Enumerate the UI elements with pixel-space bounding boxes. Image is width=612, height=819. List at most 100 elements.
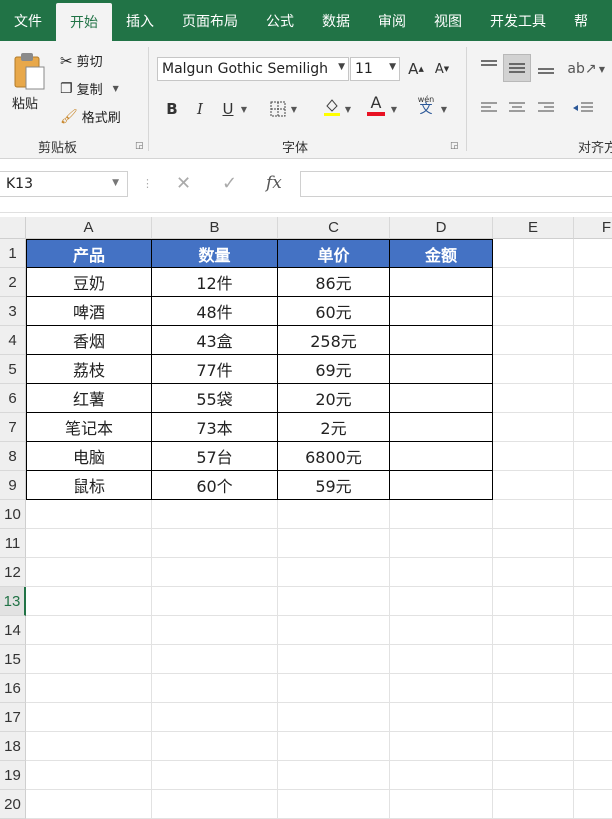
underline-button[interactable]: U xyxy=(216,97,240,121)
cell[interactable] xyxy=(278,645,390,674)
table-cell[interactable]: 荔枝 xyxy=(26,355,152,384)
cell[interactable] xyxy=(278,529,390,558)
underline-dropdown[interactable]: ▼ xyxy=(238,97,250,121)
cell[interactable] xyxy=(574,239,612,268)
cell[interactable] xyxy=(390,587,493,616)
row-header[interactable]: 20 xyxy=(0,790,26,819)
cell[interactable] xyxy=(493,616,574,645)
cell[interactable] xyxy=(26,500,152,529)
table-cell[interactable]: 57台 xyxy=(152,442,278,471)
table-cell[interactable]: 豆奶 xyxy=(26,268,152,297)
cell[interactable] xyxy=(574,703,612,732)
select-all-corner[interactable] xyxy=(0,217,26,239)
borders-dropdown[interactable]: ▼ xyxy=(288,97,300,121)
row-header[interactable]: 10 xyxy=(0,500,26,529)
cell[interactable] xyxy=(574,761,612,790)
cell[interactable] xyxy=(493,326,574,355)
table-cell[interactable]: 258元 xyxy=(278,326,390,355)
cell[interactable] xyxy=(493,297,574,326)
table-cell[interactable]: 啤酒 xyxy=(26,297,152,326)
cell[interactable] xyxy=(574,442,612,471)
align-left-icon[interactable] xyxy=(480,101,498,115)
cell[interactable] xyxy=(278,587,390,616)
table-header-cell[interactable]: 产品 xyxy=(26,239,152,268)
cell[interactable] xyxy=(152,529,278,558)
row-header[interactable]: 12 xyxy=(0,558,26,587)
row-header[interactable]: 17 xyxy=(0,703,26,732)
ribbon-tab[interactable]: 开始 xyxy=(56,3,112,41)
ribbon-tab[interactable]: 开发工具 xyxy=(476,0,560,41)
cell[interactable] xyxy=(493,645,574,674)
cell[interactable] xyxy=(152,616,278,645)
table-cell[interactable]: 69元 xyxy=(278,355,390,384)
row-header[interactable]: 1 xyxy=(0,239,26,268)
fill-color-dropdown[interactable]: ▼ xyxy=(342,97,354,121)
table-cell[interactable]: 12件 xyxy=(152,268,278,297)
name-box[interactable]: K13 ▼ xyxy=(0,171,128,197)
cell[interactable] xyxy=(493,674,574,703)
cell[interactable] xyxy=(493,268,574,297)
cell[interactable] xyxy=(574,326,612,355)
cell[interactable] xyxy=(390,790,493,819)
cell[interactable] xyxy=(152,587,278,616)
cell[interactable] xyxy=(390,558,493,587)
cell[interactable] xyxy=(574,645,612,674)
cell[interactable] xyxy=(278,761,390,790)
ribbon-tab[interactable]: 审阅 xyxy=(364,0,420,41)
cell[interactable] xyxy=(26,790,152,819)
ribbon-tab[interactable]: 视图 xyxy=(420,0,476,41)
table-header-cell[interactable]: 金额 xyxy=(390,239,493,268)
column-header[interactable]: A xyxy=(26,217,152,239)
orientation-button[interactable]: ab↗ xyxy=(567,57,596,81)
row-header[interactable]: 18 xyxy=(0,732,26,761)
cell[interactable] xyxy=(574,355,612,384)
table-cell[interactable]: 香烟 xyxy=(26,326,152,355)
table-cell[interactable]: 笔记本 xyxy=(26,413,152,442)
cell[interactable] xyxy=(493,761,574,790)
table-cell[interactable] xyxy=(390,326,493,355)
cell[interactable] xyxy=(26,558,152,587)
cell[interactable] xyxy=(390,500,493,529)
cell[interactable] xyxy=(574,384,612,413)
table-cell[interactable] xyxy=(390,268,493,297)
column-header[interactable]: F xyxy=(574,217,612,239)
decrease-indent-icon[interactable] xyxy=(572,101,594,115)
cell[interactable] xyxy=(493,703,574,732)
phonetic-dropdown[interactable]: ▼ xyxy=(438,97,450,121)
align-right-icon[interactable] xyxy=(537,101,555,115)
cell[interactable] xyxy=(278,790,390,819)
table-header-cell[interactable]: 单价 xyxy=(278,239,390,268)
cell[interactable] xyxy=(26,645,152,674)
cell[interactable] xyxy=(152,761,278,790)
row-header[interactable]: 6 xyxy=(0,384,26,413)
cell[interactable] xyxy=(574,674,612,703)
table-cell[interactable] xyxy=(390,471,493,500)
cell[interactable] xyxy=(493,500,574,529)
row-header[interactable]: 5 xyxy=(0,355,26,384)
table-cell[interactable]: 59元 xyxy=(278,471,390,500)
table-cell[interactable]: 43盒 xyxy=(152,326,278,355)
enter-icon[interactable]: ✓ xyxy=(222,173,237,194)
cancel-icon[interactable]: ✕ xyxy=(176,173,191,194)
cell[interactable] xyxy=(493,529,574,558)
font-size-combo[interactable]: 11 ▼ xyxy=(350,57,400,81)
align-center-icon[interactable] xyxy=(508,101,526,115)
cell[interactable] xyxy=(493,384,574,413)
column-header[interactable]: D xyxy=(390,217,493,239)
chevron-down-icon[interactable]: ▼ xyxy=(113,84,119,93)
row-header[interactable]: 3 xyxy=(0,297,26,326)
paste-icon[interactable] xyxy=(12,51,46,91)
column-header[interactable]: C xyxy=(278,217,390,239)
formula-input[interactable] xyxy=(300,171,612,197)
cell[interactable] xyxy=(574,413,612,442)
cell[interactable] xyxy=(493,355,574,384)
table-header-cell[interactable]: 数量 xyxy=(152,239,278,268)
cell[interactable] xyxy=(574,587,612,616)
ribbon-tab[interactable]: 数据 xyxy=(308,0,364,41)
cell[interactable] xyxy=(152,732,278,761)
paste-button[interactable]: 粘贴 xyxy=(12,93,38,112)
chevron-down-icon[interactable]: ▼ xyxy=(389,62,396,72)
table-cell[interactable] xyxy=(390,297,493,326)
cell[interactable] xyxy=(574,471,612,500)
row-header[interactable]: 19 xyxy=(0,761,26,790)
